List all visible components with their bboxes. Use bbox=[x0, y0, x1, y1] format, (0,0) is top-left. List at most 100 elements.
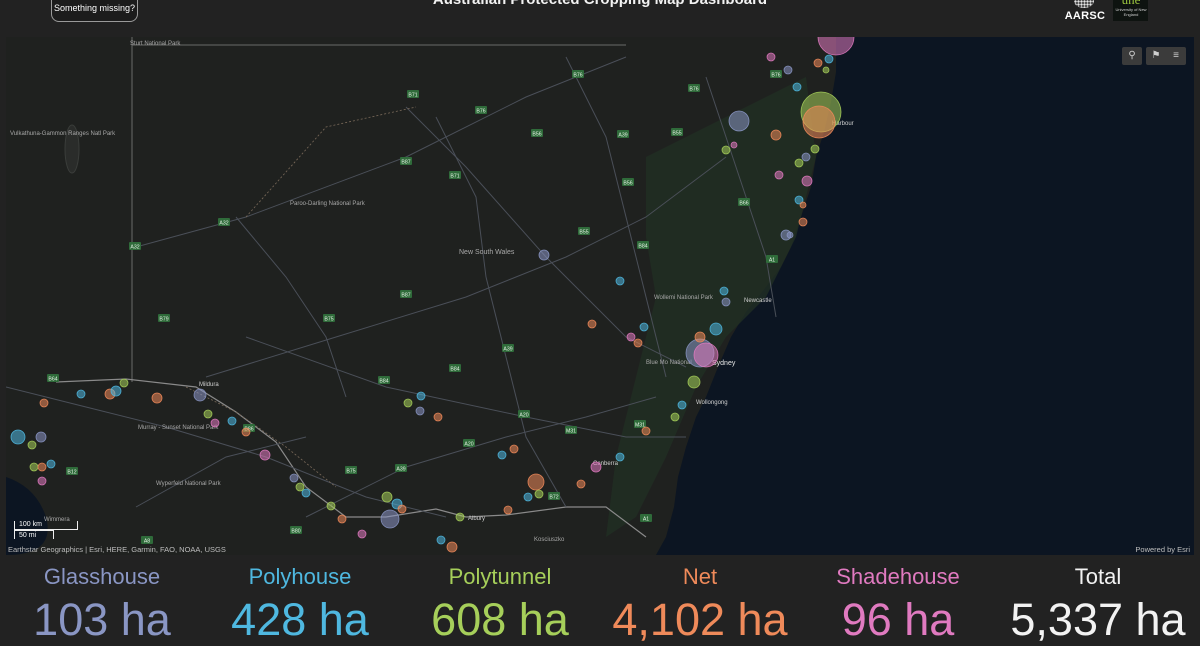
polyhouse-marker[interactable] bbox=[615, 452, 625, 462]
glasshouse-marker[interactable] bbox=[193, 388, 207, 402]
polytunnel-marker[interactable] bbox=[455, 512, 465, 522]
map-canvas: New South Wales Sturt National Park Vulk… bbox=[6, 37, 1194, 555]
road-shield: A1 bbox=[766, 255, 778, 263]
shadehouse-marker[interactable] bbox=[626, 332, 636, 342]
net-marker[interactable] bbox=[337, 514, 347, 524]
glasshouse-marker[interactable] bbox=[380, 509, 400, 529]
net-marker[interactable] bbox=[813, 58, 823, 68]
glasshouse-marker[interactable] bbox=[35, 431, 47, 443]
road-shield: A1 bbox=[640, 514, 652, 522]
shadehouse-marker[interactable] bbox=[37, 476, 47, 486]
polyhouse-marker[interactable] bbox=[792, 82, 802, 92]
road-shield: B84 bbox=[378, 376, 390, 384]
shadehouse-marker[interactable] bbox=[357, 529, 367, 539]
glasshouse-marker[interactable] bbox=[728, 110, 750, 132]
polytunnel-marker[interactable] bbox=[403, 398, 413, 408]
polytunnel-marker[interactable] bbox=[810, 144, 820, 154]
polyhouse-marker[interactable] bbox=[497, 450, 507, 460]
svg-text:B84: B84 bbox=[379, 378, 388, 384]
net-marker[interactable] bbox=[576, 479, 586, 489]
une-logo: une University of New England bbox=[1113, 0, 1148, 21]
net-marker[interactable] bbox=[527, 473, 545, 491]
polyhouse-marker[interactable] bbox=[10, 429, 26, 445]
legend-list-icon[interactable]: ≡ bbox=[1166, 47, 1186, 65]
polyhouse-marker[interactable] bbox=[416, 391, 426, 401]
polyhouse-marker[interactable] bbox=[110, 385, 122, 397]
label-sturt: Sturt National Park bbox=[130, 41, 181, 47]
net-marker[interactable] bbox=[446, 541, 458, 553]
search-icon[interactable]: ⚲ bbox=[1122, 47, 1142, 65]
svg-text:B64: B64 bbox=[48, 376, 57, 382]
polyhouse-marker[interactable] bbox=[227, 416, 237, 426]
label-vulkathuna: Vulkathuna-Gammon Ranges Natl Park bbox=[10, 131, 116, 137]
net-marker[interactable] bbox=[433, 412, 443, 422]
label-wollemi: Wollemi National Park bbox=[654, 295, 714, 301]
glasshouse-marker[interactable] bbox=[801, 152, 811, 162]
glasshouse-marker[interactable] bbox=[721, 297, 731, 307]
shadehouse-marker[interactable] bbox=[693, 342, 719, 368]
net-marker[interactable] bbox=[241, 427, 251, 437]
polytunnel-marker[interactable] bbox=[29, 462, 39, 472]
shadehouse-marker[interactable] bbox=[766, 52, 776, 62]
polyhouse-marker[interactable] bbox=[436, 535, 446, 545]
polyhouse-marker[interactable] bbox=[824, 54, 834, 64]
net-marker[interactable] bbox=[509, 444, 519, 454]
shadehouse-marker[interactable] bbox=[590, 461, 602, 473]
svg-text:B84: B84 bbox=[638, 243, 647, 249]
glasshouse-marker[interactable] bbox=[783, 65, 793, 75]
net-marker[interactable] bbox=[799, 201, 807, 209]
label-new-south-wales: New South Wales bbox=[459, 249, 515, 256]
net-marker[interactable] bbox=[770, 129, 782, 141]
polytunnel-marker[interactable] bbox=[203, 409, 213, 419]
polyhouse-marker[interactable] bbox=[523, 492, 533, 502]
polyhouse-marker[interactable] bbox=[46, 459, 56, 469]
shadehouse-marker[interactable] bbox=[730, 141, 738, 149]
net-marker[interactable] bbox=[798, 217, 808, 227]
net-marker[interactable] bbox=[694, 331, 706, 343]
polyhouse-marker[interactable] bbox=[301, 488, 311, 498]
glasshouse-marker[interactable] bbox=[289, 473, 299, 483]
polytunnel-marker[interactable] bbox=[381, 491, 393, 503]
polyhouse-marker[interactable] bbox=[615, 276, 625, 286]
polytunnel-marker[interactable] bbox=[295, 482, 305, 492]
polytunnel-marker[interactable] bbox=[794, 158, 804, 168]
shadehouse-marker[interactable] bbox=[801, 175, 813, 187]
powered-by-esri[interactable]: Powered by Esri bbox=[1135, 545, 1190, 554]
svg-text:B66: B66 bbox=[739, 200, 748, 206]
net-marker[interactable] bbox=[397, 504, 407, 514]
glasshouse-marker[interactable] bbox=[786, 231, 794, 239]
shadehouse-marker[interactable] bbox=[774, 170, 784, 180]
polytunnel-marker[interactable] bbox=[721, 145, 731, 155]
glasshouse-marker[interactable] bbox=[538, 249, 550, 261]
net-marker[interactable] bbox=[633, 338, 643, 348]
bookmark-icon[interactable]: ⚑ bbox=[1146, 47, 1166, 65]
shadehouse-marker[interactable] bbox=[210, 418, 220, 428]
net-marker[interactable] bbox=[39, 398, 49, 408]
shadehouse-marker[interactable] bbox=[259, 449, 271, 461]
polyhouse-marker[interactable] bbox=[709, 322, 723, 336]
road-shield: B66 bbox=[738, 198, 750, 206]
net-marker[interactable] bbox=[802, 105, 836, 139]
glasshouse-marker[interactable] bbox=[415, 406, 425, 416]
polytunnel-marker[interactable] bbox=[119, 378, 129, 388]
net-marker[interactable] bbox=[37, 462, 47, 472]
net-marker[interactable] bbox=[151, 392, 163, 404]
polyhouse-marker[interactable] bbox=[639, 322, 649, 332]
polytunnel-marker[interactable] bbox=[326, 501, 336, 511]
net-marker[interactable] bbox=[641, 426, 651, 436]
label-kosciuszko: Kosciuszko bbox=[534, 537, 565, 543]
net-marker[interactable] bbox=[503, 505, 513, 515]
polytunnel-marker[interactable] bbox=[687, 375, 701, 389]
svg-text:B76: B76 bbox=[476, 108, 485, 114]
polyhouse-marker[interactable] bbox=[76, 389, 86, 399]
polytunnel-marker[interactable] bbox=[534, 489, 544, 499]
stat-polyhouse-label: Polyhouse bbox=[248, 564, 352, 589]
map-view[interactable]: New South Wales Sturt National Park Vulk… bbox=[6, 37, 1194, 555]
polytunnel-marker[interactable] bbox=[670, 412, 680, 422]
polyhouse-marker[interactable] bbox=[677, 400, 687, 410]
polytunnel-marker[interactable] bbox=[822, 66, 830, 74]
svg-text:A39: A39 bbox=[396, 466, 405, 472]
net-marker[interactable] bbox=[587, 319, 597, 329]
polytunnel-marker[interactable] bbox=[27, 440, 37, 450]
polyhouse-marker[interactable] bbox=[719, 286, 729, 296]
